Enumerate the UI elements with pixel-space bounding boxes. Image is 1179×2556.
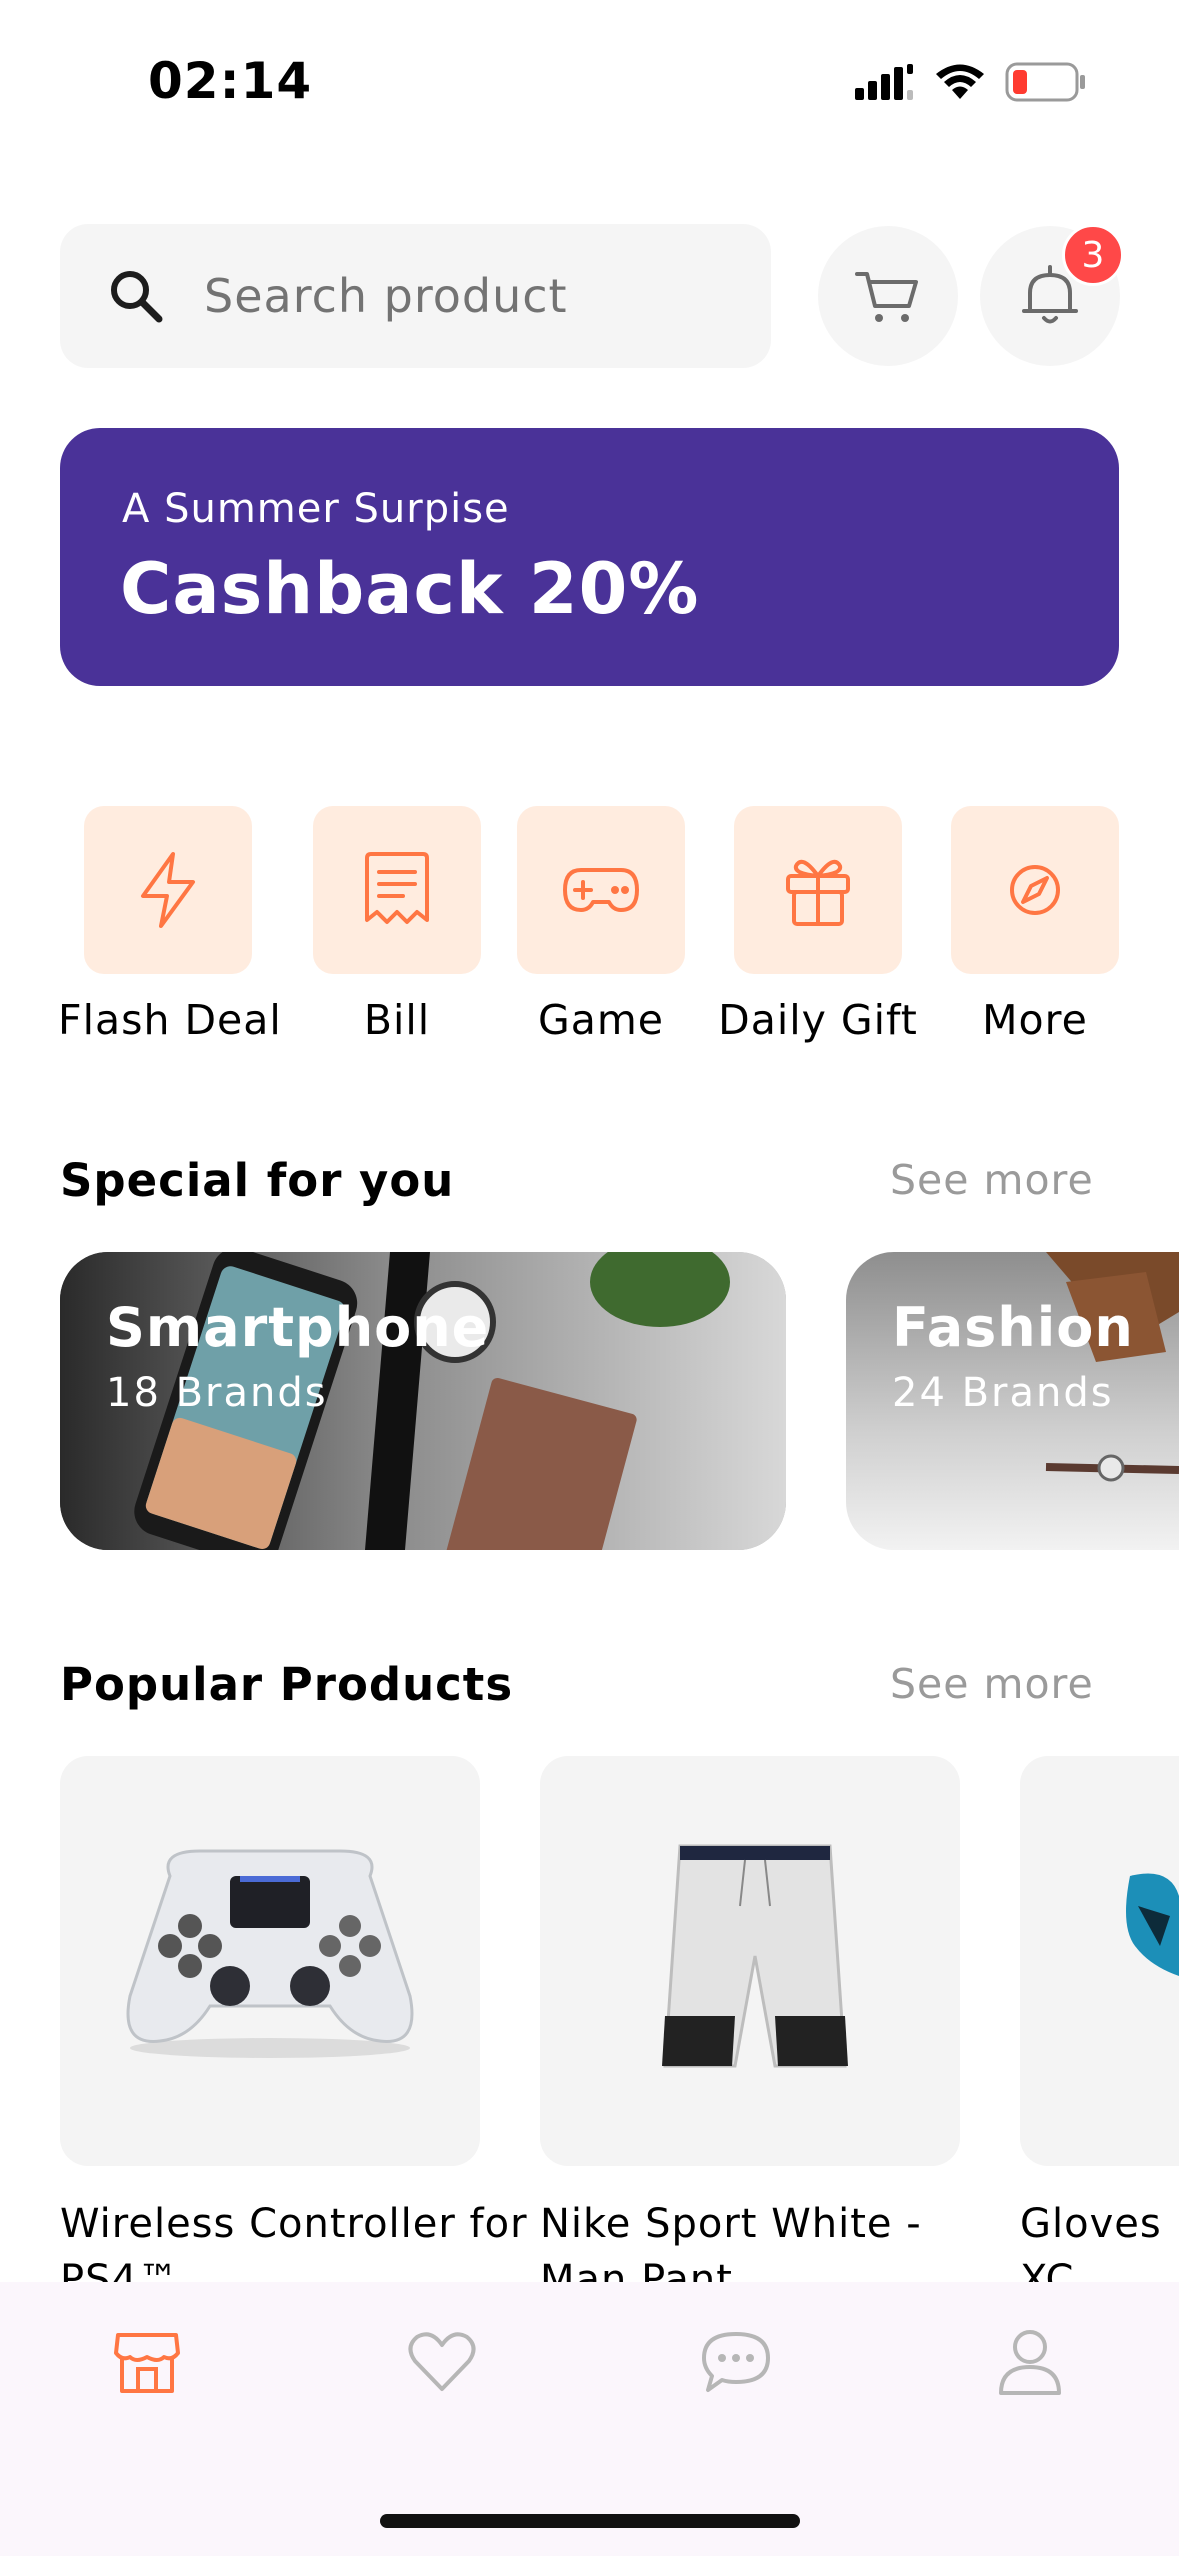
category-flash-deal[interactable]: Flash Deal <box>58 806 282 1044</box>
user-icon <box>999 2330 1061 2395</box>
category-label: More <box>982 996 1088 1044</box>
category-icon-box[interactable] <box>84 806 252 974</box>
category-icon-box[interactable] <box>734 806 902 974</box>
chat-icon <box>702 2332 770 2392</box>
category-daily-gift[interactable]: Daily Gift <box>708 806 928 1044</box>
category-game[interactable]: Game <box>491 806 711 1044</box>
search-field[interactable]: Search product <box>60 224 771 368</box>
banner-subtitle: A Summer Surpise <box>122 486 510 532</box>
category-more[interactable]: More <box>925 806 1145 1044</box>
special-card-fashion[interactable]: Fashion 24 Brands <box>846 1252 1179 1550</box>
controller-image <box>126 1849 414 2058</box>
shop-icon <box>114 2333 180 2393</box>
nav-profile[interactable] <box>990 2322 1070 2402</box>
search-placeholder[interactable]: Search product <box>204 269 568 323</box>
category-icon-box[interactable] <box>313 806 481 974</box>
popular-see-more[interactable]: See more <box>890 1660 1094 1708</box>
product-image-pant[interactable] <box>540 1756 960 2166</box>
battery-icon <box>1005 62 1085 102</box>
popular-section-title: Popular Products <box>60 1658 514 1711</box>
special-card-title: Fashion <box>892 1296 1134 1359</box>
category-label: Flash Deal <box>58 996 282 1044</box>
notification-badge: 3 <box>1062 224 1124 286</box>
signal-icon <box>855 64 913 100</box>
gift-icon <box>786 859 850 926</box>
category-icon-box[interactable] <box>951 806 1119 974</box>
banner-title: Cashback 20% <box>120 548 700 630</box>
status-time: 02:14 <box>148 52 313 110</box>
wifi-icon <box>936 64 984 99</box>
special-section-title: Special for you <box>60 1154 455 1207</box>
flash-icon <box>141 852 195 928</box>
gamepad-icon <box>563 868 639 912</box>
gloves-image <box>1126 1873 1179 1976</box>
cart-button[interactable] <box>818 226 958 366</box>
bill-icon <box>365 852 429 924</box>
status-icons <box>855 62 1087 102</box>
category-icon-box[interactable] <box>517 806 685 974</box>
category-label: Bill <box>363 996 431 1044</box>
special-card-title: Smartphone <box>106 1296 490 1359</box>
special-card-subtitle: 24 Brands <box>892 1370 1114 1416</box>
heart-icon <box>408 2332 476 2391</box>
special-card-subtitle: 18 Brands <box>106 1370 328 1416</box>
product-image-gloves[interactable] <box>1020 1756 1179 2166</box>
category-label: Game <box>537 996 665 1044</box>
nav-shop[interactable] <box>107 2322 187 2402</box>
search-icon <box>104 264 168 328</box>
special-see-more[interactable]: See more <box>890 1156 1094 1204</box>
discover-icon <box>1010 865 1060 915</box>
cart-icon <box>855 272 918 322</box>
home-indicator[interactable] <box>380 2514 800 2528</box>
product-image-controller[interactable] <box>60 1756 480 2166</box>
nav-chat[interactable] <box>696 2322 776 2402</box>
pant-image <box>662 1844 848 2068</box>
nav-favorites[interactable] <box>402 2322 482 2402</box>
category-bill[interactable]: Bill <box>287 806 507 1044</box>
special-card-smartphone[interactable]: Smartphone 18 Brands <box>60 1252 786 1550</box>
promo-banner[interactable]: A Summer Surpise Cashback 20% <box>60 428 1119 686</box>
category-label: Daily Gift <box>718 996 918 1044</box>
